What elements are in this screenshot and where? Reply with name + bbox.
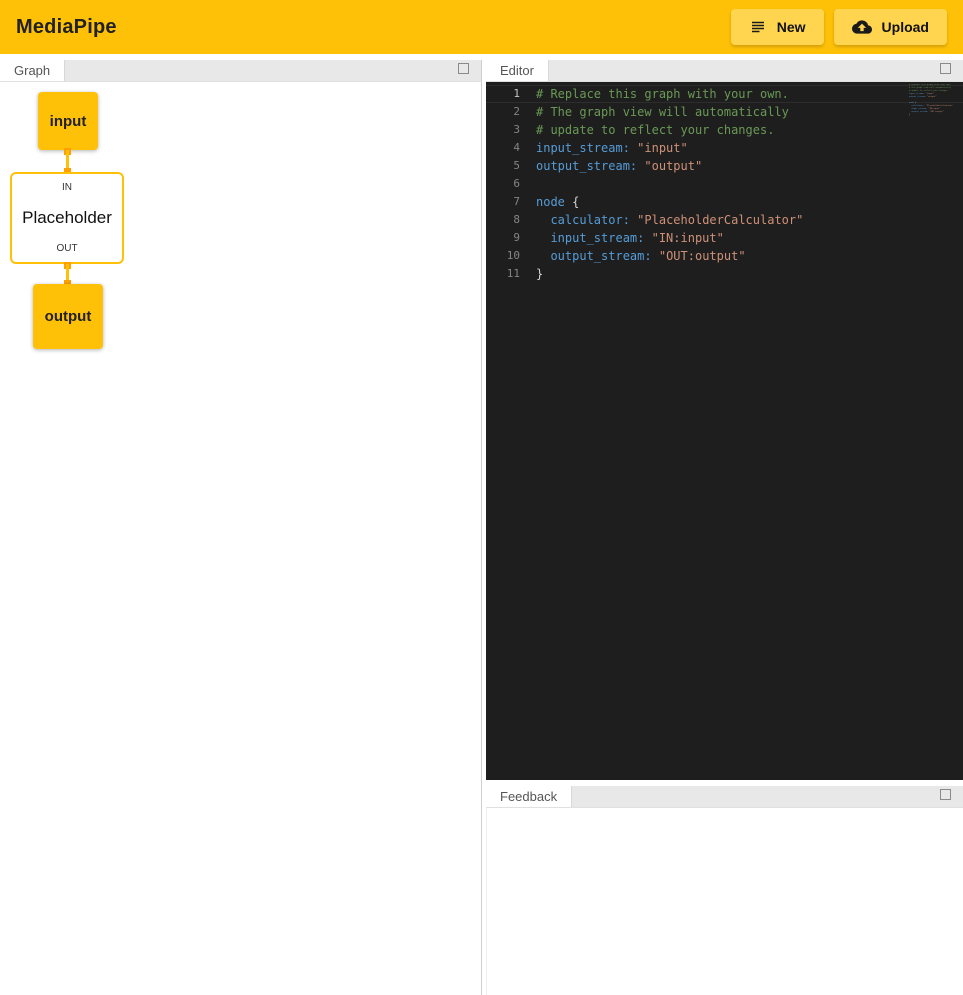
code-line[interactable]: 6	[486, 175, 963, 193]
graph-node-output[interactable]: output	[33, 284, 103, 349]
cloud-upload-icon	[852, 17, 872, 37]
tab-feedback[interactable]: Feedback	[486, 786, 572, 807]
editor-panel: Editor 1# Replace this graph with your o…	[486, 60, 963, 780]
app-title: MediaPipe	[16, 16, 117, 39]
editor-expand-icon[interactable]	[940, 63, 951, 74]
placeholder-in-port: IN	[62, 182, 72, 193]
tab-editor[interactable]: Editor	[486, 60, 549, 81]
code-line[interactable]: 4input_stream: "input"	[486, 139, 963, 157]
line-number: 2	[486, 103, 520, 121]
placeholder-title: Placeholder	[22, 208, 112, 228]
code-line[interactable]: 1# Replace this graph with your own.	[486, 85, 963, 103]
new-button[interactable]: New	[731, 9, 824, 45]
placeholder-out-port: OUT	[56, 243, 77, 254]
feedback-body	[486, 808, 963, 995]
graph-node-input-label: input	[50, 113, 87, 130]
new-button-label: New	[777, 19, 806, 35]
line-number: 10	[486, 247, 520, 265]
code-line[interactable]: 9 input_stream: "IN:input"	[486, 229, 963, 247]
graph-node-input[interactable]: input	[38, 92, 98, 150]
app-header: MediaPipe New Upload	[0, 0, 963, 54]
upload-button[interactable]: Upload	[834, 9, 947, 45]
minimap-line: }	[909, 114, 953, 117]
code-lines[interactable]: 1# Replace this graph with your own.2# T…	[486, 82, 963, 283]
feedback-tabstrip: Feedback	[486, 786, 963, 808]
line-number: 1	[486, 85, 520, 103]
code-line[interactable]: 10 output_stream: "OUT:output"	[486, 247, 963, 265]
graph-tabstrip: Graph	[0, 60, 481, 82]
menu-lines-icon	[749, 18, 767, 36]
graph-canvas[interactable]: input IN Placeholder OUT output	[0, 82, 481, 995]
tab-graph[interactable]: Graph	[0, 60, 65, 81]
header-actions: New Upload	[731, 9, 953, 45]
code-line[interactable]: 11}	[486, 265, 963, 283]
line-number: 7	[486, 193, 520, 211]
graph-expand-icon[interactable]	[458, 63, 469, 74]
code-line[interactable]: 3# update to reflect your changes.	[486, 121, 963, 139]
line-number: 6	[486, 175, 520, 193]
editor-tabstrip: Editor	[486, 60, 963, 82]
tab-feedback-label: Feedback	[500, 789, 557, 804]
code-line[interactable]: 5output_stream: "output"	[486, 157, 963, 175]
code-line[interactable]: 2# The graph view will automatically	[486, 103, 963, 121]
graph-node-placeholder[interactable]: IN Placeholder OUT	[10, 172, 124, 264]
line-number: 9	[486, 229, 520, 247]
line-number: 5	[486, 157, 520, 175]
minimap[interactable]: # Replace this graph with your own.# The…	[909, 84, 953, 117]
feedback-expand-icon[interactable]	[940, 789, 951, 800]
code-editor[interactable]: 1# Replace this graph with your own.2# T…	[486, 82, 963, 780]
line-number: 3	[486, 121, 520, 139]
code-line[interactable]: 7node {	[486, 193, 963, 211]
upload-button-label: Upload	[882, 19, 929, 35]
graph-panel: Graph input IN Placeholder OUT output	[0, 60, 482, 995]
tab-graph-label: Graph	[14, 63, 50, 78]
line-number: 4	[486, 139, 520, 157]
code-line[interactable]: 8 calculator: "PlaceholderCalculator"	[486, 211, 963, 229]
line-number: 11	[486, 265, 520, 283]
graph-node-output-label: output	[45, 308, 92, 325]
feedback-panel: Feedback	[486, 786, 963, 995]
tab-editor-label: Editor	[500, 63, 534, 78]
line-number: 8	[486, 211, 520, 229]
